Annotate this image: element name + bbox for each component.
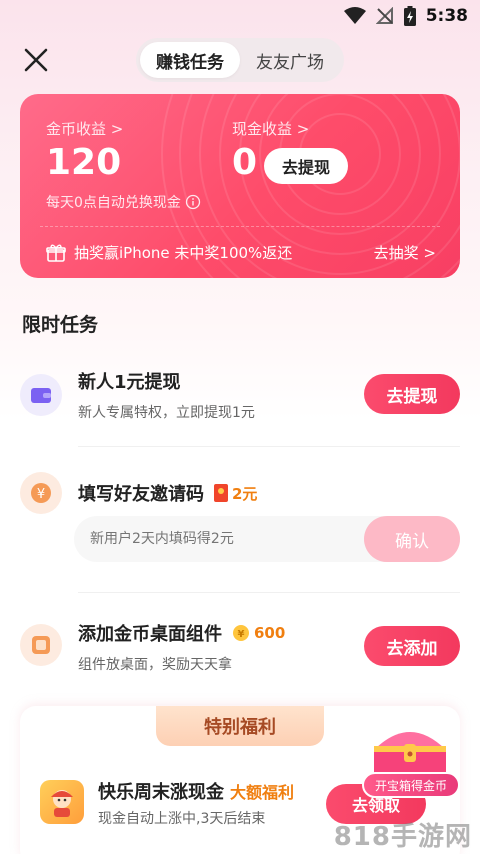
- tab-bar: 赚钱任务 友友广场: [136, 38, 344, 82]
- svg-text:¥: ¥: [238, 629, 245, 640]
- confirm-button[interactable]: 确认: [364, 516, 460, 562]
- task-title: 新人1元提现: [78, 372, 181, 393]
- special-banner: 特别福利: [156, 706, 324, 746]
- special-title-row: 快乐周末涨现金 大额福利: [98, 778, 294, 804]
- cash-earnings-value: 0: [232, 142, 258, 183]
- special-tag: 大额福利: [230, 783, 295, 802]
- special-subtitle: 现金自动上涨中,3天后结束: [98, 811, 266, 827]
- red-packet-icon: [214, 484, 228, 502]
- wifi-icon: [343, 7, 366, 24]
- task-reward-value: 600: [254, 624, 286, 642]
- cash-earnings-label[interactable]: 现金收益 >: [232, 118, 309, 139]
- no-signal-icon: [375, 7, 393, 24]
- close-button[interactable]: [22, 46, 50, 74]
- widget-icon: [20, 624, 62, 666]
- watermark: 818手游网: [333, 822, 472, 852]
- task-title-row: 填写好友邀请码 2元: [78, 480, 257, 506]
- close-icon: [24, 48, 48, 72]
- lottery-row[interactable]: 抽奖赢iPhone 未中奖100%返还: [46, 242, 292, 263]
- task-subtitle: 新人专属特权，立即提现1元: [78, 405, 255, 421]
- svg-text:¥: ¥: [37, 487, 45, 502]
- exchange-note-text: 每天0点自动兑换现金: [46, 195, 181, 211]
- task-title-row: 添加金币桌面组件 ¥ 600: [78, 620, 285, 646]
- info-icon[interactable]: [185, 194, 201, 210]
- coin-icon: ¥: [233, 625, 249, 641]
- invite-code-input[interactable]: [90, 516, 340, 562]
- task-divider: [78, 446, 460, 447]
- task-reward: 2元: [214, 483, 257, 504]
- tab-friends-square[interactable]: 友友广场: [240, 42, 340, 78]
- task-divider: [78, 592, 460, 593]
- task-title: 添加金币桌面组件: [78, 624, 222, 645]
- section-title: 限时任务: [22, 314, 99, 336]
- battery-charging-icon: [403, 6, 416, 26]
- status-time: 5:38: [425, 6, 468, 26]
- invite-code-row: 确认: [74, 516, 460, 562]
- task-subtitle: 组件放桌面，奖励天天拿: [78, 657, 232, 673]
- character-icon: [40, 780, 84, 824]
- tab-earn-tasks[interactable]: 赚钱任务: [140, 42, 240, 78]
- status-bar: 5:38: [0, 0, 480, 34]
- task-reward: ¥ 600: [232, 624, 285, 642]
- earnings-card: 金币收益 > 120 现金收益 > 0 去提现 每天0点自动兑换现金 抽奖赢iP…: [20, 94, 460, 278]
- coin-earnings-value: 120: [46, 142, 122, 183]
- lottery-text: 抽奖赢iPhone 未中奖100%返还: [74, 244, 293, 262]
- chest-badge[interactable]: 开宝箱得金币: [362, 772, 460, 798]
- wallet-icon: [20, 374, 62, 416]
- card-divider: [40, 226, 440, 227]
- exchange-note: 每天0点自动兑换现金: [46, 192, 201, 212]
- task-reward-value: 2元: [232, 484, 258, 503]
- withdraw-button[interactable]: 去提现: [264, 148, 348, 184]
- gift-icon: [46, 244, 66, 262]
- task-title: 填写好友邀请码: [78, 484, 204, 505]
- status-icons: 5:38: [343, 6, 468, 26]
- special-title: 快乐周末涨现金: [98, 782, 224, 803]
- coin-earnings-label[interactable]: 金币收益 >: [46, 118, 123, 139]
- yuan-coin-icon: ¥: [20, 472, 62, 514]
- lottery-link[interactable]: 去抽奖 >: [374, 242, 436, 263]
- withdraw-task-button[interactable]: 去提现: [364, 374, 460, 414]
- add-widget-button[interactable]: 去添加: [364, 626, 460, 666]
